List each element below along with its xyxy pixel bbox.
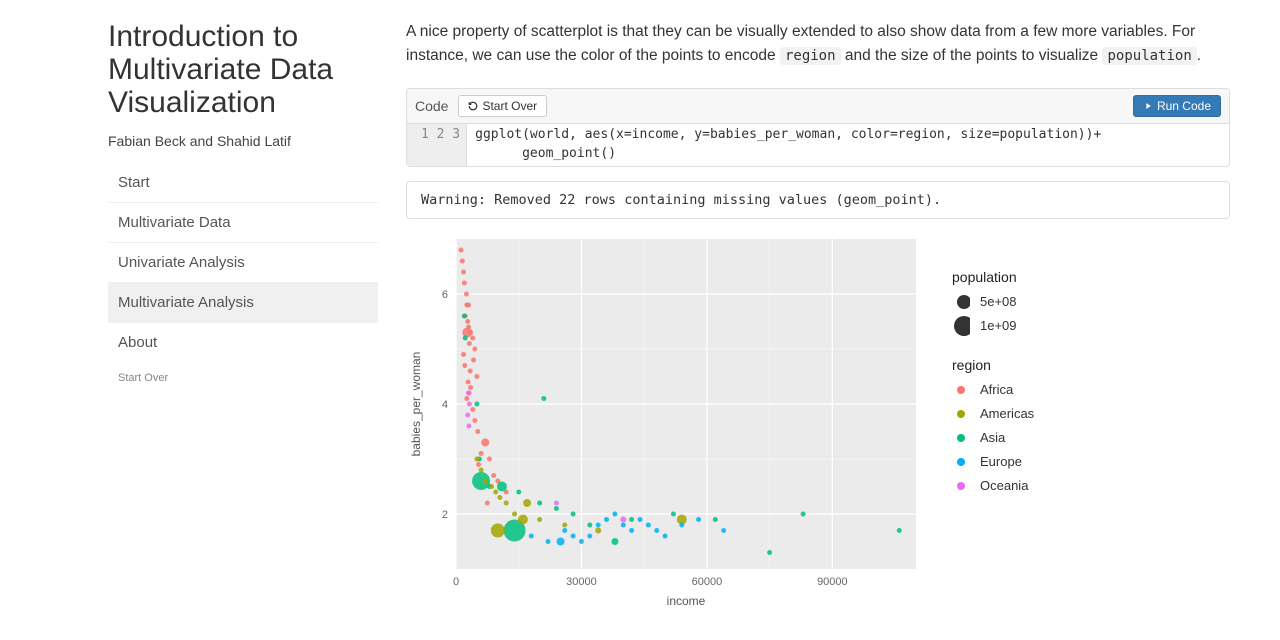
- start-over-link[interactable]: Start Over: [108, 362, 378, 384]
- svg-text:income: income: [667, 594, 706, 608]
- legend-region-row: Oceania: [952, 477, 1034, 495]
- inline-code-region: region: [780, 47, 841, 65]
- nav: StartMultivariate DataUnivariate Analysi…: [108, 163, 378, 362]
- plot-output: 0 30000 60000 90000 2 4 6 income babies_per_woma…: [406, 229, 1230, 609]
- svg-text:4: 4: [442, 399, 448, 411]
- code-editor[interactable]: 1 2 3 ggplot(world, aes(x=income, y=babi…: [407, 124, 1229, 166]
- main-content: A nice property of scatterplot is that t…: [406, 20, 1240, 609]
- authors: Fabian Beck and Shahid Latif: [108, 133, 378, 149]
- nav-item[interactable]: Start: [108, 163, 378, 202]
- refresh-icon: [468, 101, 478, 111]
- scatter-plot: 0 30000 60000 90000 2 4 6 income babies_per_woma…: [406, 229, 926, 609]
- nav-item[interactable]: Multivariate Data: [108, 202, 378, 242]
- warning-output: Warning: Removed 22 rows containing miss…: [406, 181, 1230, 219]
- svg-text:60000: 60000: [692, 576, 723, 588]
- legend-region-row: Asia: [952, 429, 1034, 447]
- legend-region-row: Africa: [952, 381, 1034, 399]
- start-over-button[interactable]: Start Over: [458, 95, 547, 117]
- code-panel: Code Start Over Run Code 1 2 3 ggplot(wo…: [406, 88, 1230, 167]
- code-lines: ggplot(world, aes(x=income, y=babies_per…: [467, 124, 1109, 166]
- svg-text:0: 0: [453, 576, 459, 588]
- svg-text:30000: 30000: [566, 576, 597, 588]
- nav-item[interactable]: Multivariate Analysis: [108, 282, 378, 322]
- legend: population 5e+081e+09 region AfricaAmeri…: [926, 229, 1034, 517]
- line-gutter: 1 2 3: [407, 124, 467, 166]
- svg-text:6: 6: [442, 289, 448, 301]
- legend-size-row: 1e+09: [952, 317, 1034, 335]
- legend-region-row: Europe: [952, 453, 1034, 471]
- intro-text: A nice property of scatterplot is that t…: [406, 20, 1230, 68]
- code-label: Code: [415, 98, 448, 114]
- play-icon: [1143, 101, 1153, 111]
- legend-region-row: Americas: [952, 405, 1034, 423]
- svg-text:babies_per_woman: babies_per_woman: [409, 351, 423, 456]
- page-title: Introduction to Multivariate Data Visual…: [108, 20, 378, 119]
- legend-region: region AfricaAmericasAsiaEuropeOceania: [952, 357, 1034, 495]
- sidebar: Introduction to Multivariate Data Visual…: [108, 20, 378, 609]
- nav-item[interactable]: About: [108, 322, 378, 362]
- legend-size-row: 5e+08: [952, 293, 1034, 311]
- run-code-button[interactable]: Run Code: [1133, 95, 1221, 117]
- svg-text:2: 2: [442, 509, 448, 521]
- svg-text:90000: 90000: [817, 576, 848, 588]
- nav-item[interactable]: Univariate Analysis: [108, 242, 378, 282]
- inline-code-population: population: [1102, 47, 1196, 65]
- legend-population: population 5e+081e+09: [952, 269, 1034, 335]
